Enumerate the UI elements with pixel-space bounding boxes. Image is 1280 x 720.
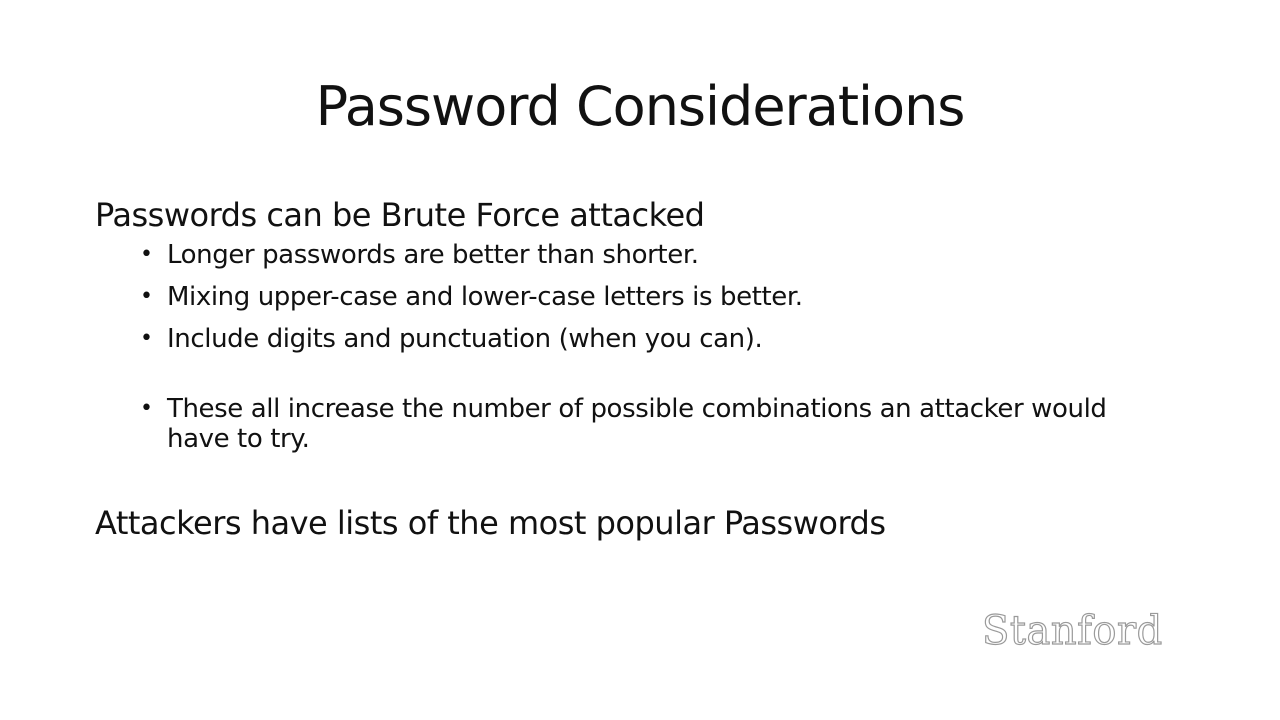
- bullet-text: Include digits and punctuation (when you…: [167, 324, 763, 354]
- slide-title: Password Considerations: [315, 75, 966, 138]
- bullet-item: • These all increase the number of possi…: [95, 394, 1175, 454]
- bullet-text: Mixing upper-case and lower-case letters…: [167, 282, 803, 312]
- bullet-item: • Include digits and punctuation (when y…: [95, 324, 1175, 354]
- stanford-logo: Stanford: [981, 607, 1163, 654]
- slide: Password Considerations Passwords can be…: [0, 0, 1280, 720]
- bullet-text: These all increase the number of possibl…: [167, 394, 1107, 454]
- section-heading-popular-passwords: Attackers have lists of the most popular…: [95, 504, 886, 542]
- bullet-item: • Mixing upper-case and lower-case lette…: [95, 282, 1175, 312]
- bullet-list: • Longer passwords are better than short…: [95, 240, 1175, 454]
- bullet-icon: •: [140, 284, 153, 309]
- bullet-text: Longer passwords are better than shorter…: [167, 240, 699, 270]
- bullet-item: • Longer passwords are better than short…: [95, 240, 1175, 270]
- slide-body: Passwords can be Brute Force attacked • …: [95, 194, 1175, 544]
- section-heading-brute-force: Passwords can be Brute Force attacked: [95, 196, 705, 234]
- bullet-icon: •: [140, 326, 153, 351]
- bullet-icon: •: [140, 396, 153, 421]
- bullet-icon: •: [140, 242, 153, 267]
